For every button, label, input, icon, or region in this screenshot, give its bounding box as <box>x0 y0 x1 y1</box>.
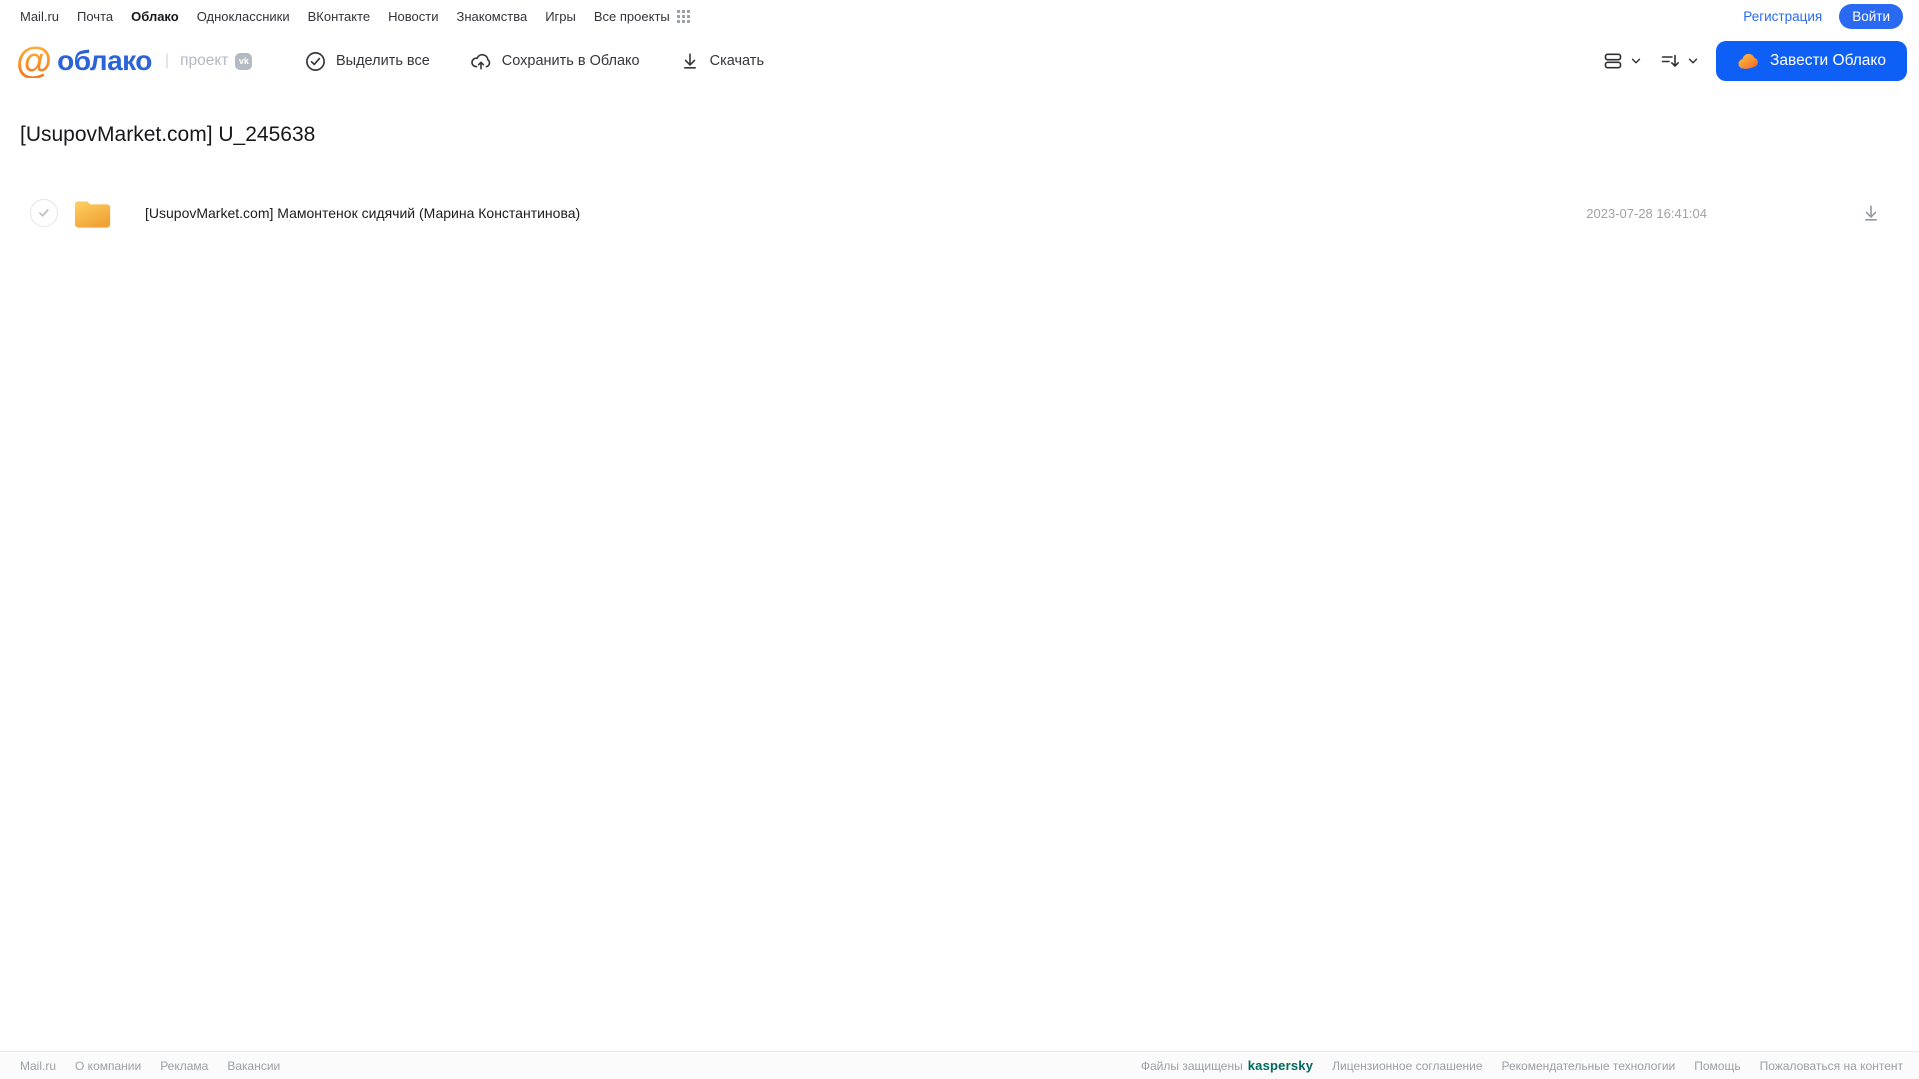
chevron-down-icon <box>1688 58 1698 64</box>
vk-logo-icon: vk <box>235 52 253 70</box>
portal-top-bar: Mail.ru Почта Облако Одноклассники ВКонт… <box>0 0 1919 32</box>
footer: Mail.ru О компании Реклама Вакансии Файл… <box>0 1051 1919 1079</box>
nav-vkontakte[interactable]: ВКонтакте <box>308 9 371 24</box>
logo-divider: | <box>164 52 170 69</box>
nav-novosti[interactable]: Новости <box>388 9 438 24</box>
nav-odnoklassniki[interactable]: Одноклассники <box>197 9 290 24</box>
footer-ads-link[interactable]: Реклама <box>160 1059 208 1073</box>
footer-mailru-link[interactable]: Mail.ru <box>20 1059 56 1073</box>
select-all-label: Выделить все <box>336 53 430 69</box>
sort-dropdown[interactable] <box>1659 50 1700 72</box>
apps-grid-icon <box>676 9 690 23</box>
registration-link[interactable]: Регистрация <box>1743 9 1822 24</box>
vk-project-label: проект <box>180 52 229 69</box>
cloud-header: @ облако | проект vk Выделить все Сохран… <box>0 32 1919 90</box>
download-icon <box>683 53 696 69</box>
kaspersky-logo[interactable]: kaspersky <box>1248 1058 1313 1073</box>
row-download-button[interactable] <box>1861 203 1881 223</box>
get-cloud-button[interactable]: Завести Облако <box>1716 41 1907 81</box>
page-title: [UsupovMarket.com] U_245638 <box>20 123 316 146</box>
footer-recommendation-tech-link[interactable]: Рекомендательные технологии <box>1502 1059 1676 1073</box>
download-button[interactable]: Скачать <box>680 51 764 71</box>
row-checkbox[interactable] <box>30 199 58 227</box>
nav-all-projects-label: Все проекты <box>593 8 670 24</box>
nav-mailru[interactable]: Mail.ru <box>20 9 59 24</box>
cloud-logo-icon <box>1738 53 1758 69</box>
sort-icon <box>1661 54 1680 67</box>
logo-wordmark: облако <box>57 45 152 76</box>
login-button[interactable]: Войти <box>1839 3 1903 29</box>
footer-license-link[interactable]: Лицензионное соглашение <box>1332 1059 1482 1073</box>
nav-pochta[interactable]: Почта <box>77 9 113 24</box>
mailru-at-icon: @ <box>16 40 53 82</box>
save-to-cloud-button[interactable]: Сохранить в Облако <box>470 50 640 72</box>
portal-nav-links: Mail.ru Почта Облако Одноклассники ВКонт… <box>20 9 690 24</box>
file-row[interactable]: [UsupovMarket.com] Мамонтенок сидячий (М… <box>14 192 1907 234</box>
auth-area: Регистрация Войти <box>1743 3 1903 29</box>
footer-about-link[interactable]: О компании <box>75 1059 141 1073</box>
get-cloud-label: Завести Облако <box>1770 52 1886 69</box>
list-view-icon <box>1604 53 1622 69</box>
kaspersky-protected-label: Файлы защищены <box>1140 1058 1243 1073</box>
kaspersky-protection: Файлы защищены kaspersky <box>1141 1058 1313 1073</box>
save-to-cloud-label: Сохранить в Облако <box>501 53 640 69</box>
check-circle-icon <box>306 51 325 71</box>
nav-igry[interactable]: Игры <box>545 9 576 24</box>
nav-all-projects[interactable]: Все проекты <box>594 9 690 24</box>
footer-report-content-link[interactable]: Пожаловаться на контент <box>1760 1059 1903 1073</box>
file-modified-date: 2023-07-28 16:41:04 <box>1586 205 1707 221</box>
select-all-button[interactable]: Выделить все <box>305 51 430 72</box>
footer-right-links: Файлы защищены kaspersky Лицензионное со… <box>1141 1058 1903 1073</box>
file-name-link[interactable]: [UsupovMarket.com] Мамонтенок сидячий (М… <box>145 205 580 221</box>
header-right-controls: Завести Облако <box>1602 32 1907 90</box>
view-mode-dropdown[interactable] <box>1602 50 1643 72</box>
footer-help-link[interactable]: Помощь <box>1694 1059 1740 1073</box>
file-actions-toolbar: Выделить все Сохранить в Облако Скачать <box>305 32 764 90</box>
folder-icon <box>73 196 112 230</box>
download-label: Скачать <box>709 53 764 69</box>
chevron-down-icon <box>1631 58 1641 64</box>
check-icon <box>39 209 49 217</box>
nav-znakomstva[interactable]: Знакомства <box>456 9 527 24</box>
cloud-logo[interactable]: @ облако | проект vk <box>16 32 253 90</box>
footer-left-links: Mail.ru О компании Реклама Вакансии <box>20 1059 280 1073</box>
nav-oblako[interactable]: Облако <box>131 9 179 24</box>
footer-jobs-link[interactable]: Вакансии <box>227 1059 280 1073</box>
cloud-upload-icon <box>470 53 490 70</box>
download-icon <box>1865 205 1877 221</box>
